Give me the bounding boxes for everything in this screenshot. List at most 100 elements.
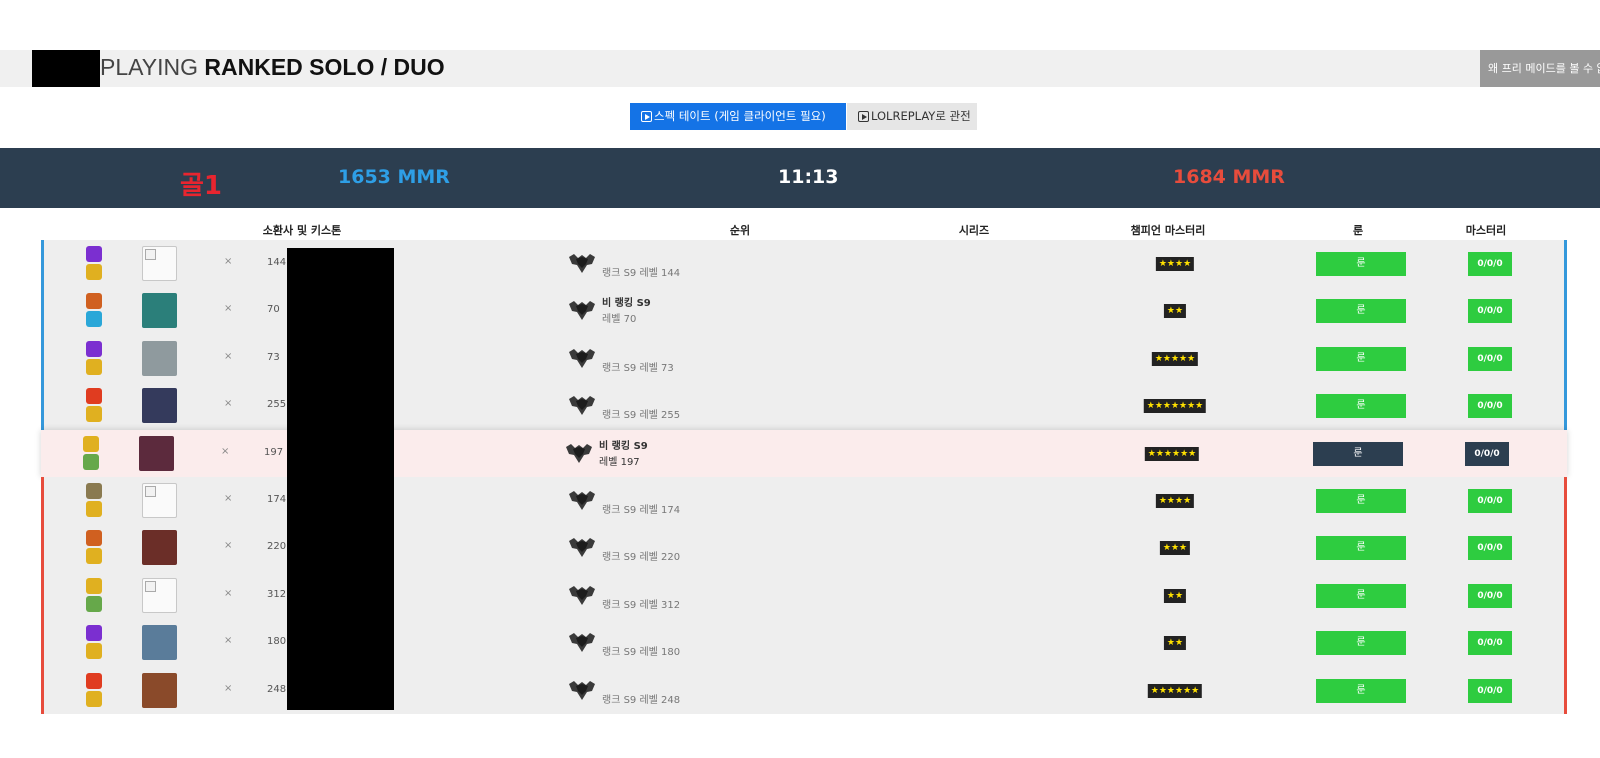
keystone-icon bbox=[83, 453, 99, 470]
summoner-spell-icon bbox=[86, 672, 102, 689]
summoner-level: 255 bbox=[267, 399, 287, 411]
rank-text: 비 랭킹 S9 레벨 197 bbox=[599, 439, 648, 471]
rank-emblem-icon bbox=[568, 299, 596, 321]
summoner-level: 144 bbox=[267, 257, 287, 268]
rank-text: 비 랭킹 S9 레벨 70 bbox=[602, 296, 651, 328]
masteries-button[interactable]: 0/0/0 bbox=[1465, 441, 1509, 466]
masteries-button[interactable]: 0/0/0 bbox=[1468, 252, 1512, 276]
player-row[interactable]: × 180 랭크 S9 레벨 180 ★★ 룬 0/0/0 bbox=[41, 619, 1567, 667]
champion-portrait[interactable] bbox=[142, 672, 177, 708]
champion-portrait[interactable] bbox=[142, 340, 177, 376]
game-clock: 11:13 bbox=[778, 166, 839, 188]
summoner-spell-icon bbox=[86, 625, 102, 642]
runes-button[interactable]: 룬 bbox=[1316, 299, 1406, 324]
close-icon: × bbox=[224, 540, 233, 552]
champion-portrait-placeholder[interactable] bbox=[142, 577, 177, 613]
player-row[interactable]: × 220 랭크 S9 레벨 220 ★★★ 룬 0/0/0 bbox=[41, 524, 1567, 572]
summoner-spell-icon bbox=[83, 435, 99, 452]
summoner-spells bbox=[86, 625, 102, 661]
champion-mastery-stars: ★★★★★★ bbox=[1144, 446, 1200, 461]
close-icon: × bbox=[224, 303, 233, 315]
col-champion-mastery: 챔피언 마스터리 bbox=[1130, 224, 1206, 237]
player-row[interactable]: × 73 랭크 S9 레벨 73 ★★★★★ 룬 0/0/0 bbox=[41, 334, 1567, 383]
summoner-level: 312 bbox=[267, 588, 287, 600]
close-icon: × bbox=[224, 398, 233, 410]
keystone-icon bbox=[86, 406, 102, 423]
player-row[interactable]: × 255 랭크 S9 레벨 255 ★★★★★★★ 룬 0/0/0 bbox=[41, 382, 1567, 430]
lolreplay-button[interactable]: LOLREPLAY로 관전 bbox=[847, 103, 977, 130]
champion-mastery-stars: ★★ bbox=[1163, 636, 1187, 651]
rank-status: 비 랭킹 S9 bbox=[599, 440, 648, 452]
col-runes: 룬 bbox=[1352, 224, 1364, 237]
runes-button[interactable]: 룬 bbox=[1316, 346, 1406, 371]
team-tier-label: 골1 bbox=[180, 171, 223, 201]
col-summoner: 소환사 및 키스톤 bbox=[262, 224, 342, 237]
player-row[interactable]: × 248 랭크 S9 레벨 248 ★★★★★★ 룬 0/0/0 bbox=[41, 666, 1567, 714]
champion-portrait[interactable] bbox=[139, 435, 174, 471]
summoner-spells bbox=[86, 672, 102, 709]
action-buttons: 스펙 테이트 (게임 클라이언트 필요) LOLREPLAY로 관전 bbox=[0, 103, 1600, 130]
runes-button[interactable]: 룬 bbox=[1316, 252, 1406, 276]
masteries-button[interactable]: 0/0/0 bbox=[1468, 631, 1512, 656]
runes-button[interactable]: 룬 bbox=[1316, 631, 1406, 656]
premade-notice-button[interactable]: 왜 프리 메이드를 볼 수 없 bbox=[1480, 50, 1600, 87]
rank-level: 레벨 197 bbox=[599, 456, 640, 468]
summoner-level: 248 bbox=[267, 683, 287, 695]
masteries-button[interactable]: 0/0/0 bbox=[1468, 583, 1512, 608]
player-row[interactable]: × 312 랭크 S9 레벨 312 ★★ 룬 0/0/0 bbox=[41, 571, 1567, 620]
summoner-level: 220 bbox=[267, 541, 287, 553]
keystone-icon bbox=[86, 501, 102, 517]
rank-text: 랭크 S9 레벨 73 bbox=[602, 362, 674, 374]
lolreplay-button-label: LOLREPLAY로 관전 bbox=[871, 109, 971, 123]
keystone-icon bbox=[86, 264, 102, 280]
play-icon bbox=[858, 111, 869, 122]
champion-portrait-placeholder[interactable] bbox=[142, 483, 177, 518]
masteries-button[interactable]: 0/0/0 bbox=[1468, 489, 1512, 513]
masteries-button[interactable]: 0/0/0 bbox=[1468, 678, 1512, 703]
spectate-button[interactable]: 스펙 테이트 (게임 클라이언트 필요) bbox=[630, 103, 846, 130]
close-icon: × bbox=[224, 587, 233, 599]
keystone-icon bbox=[86, 548, 102, 565]
player-row[interactable]: × 174 랭크 S9 레벨 174 ★★★★ 룬 0/0/0 bbox=[41, 477, 1567, 525]
keystone-icon bbox=[86, 311, 102, 328]
rank-level: 레벨 70 bbox=[602, 314, 637, 326]
summoner-spell-icon bbox=[86, 293, 102, 310]
champion-portrait[interactable] bbox=[142, 625, 177, 661]
play-icon bbox=[641, 111, 652, 122]
summoner-spell-icon bbox=[86, 530, 102, 547]
player-row[interactable]: × 197 비 랭킹 S9 레벨 197 ★★★★★★ 룬 0/0/0 bbox=[41, 429, 1567, 477]
close-icon: × bbox=[221, 445, 230, 457]
champion-portrait[interactable] bbox=[142, 293, 177, 329]
summoner-spell-icon bbox=[86, 388, 102, 405]
runes-button[interactable]: 룬 bbox=[1316, 394, 1406, 419]
champion-mastery-stars: ★★★★★ bbox=[1151, 351, 1199, 366]
champion-portrait[interactable] bbox=[142, 388, 177, 424]
col-series: 시리즈 bbox=[958, 224, 990, 237]
masteries-button[interactable]: 0/0/0 bbox=[1468, 299, 1512, 324]
runes-button[interactable]: 룬 bbox=[1316, 489, 1406, 513]
champion-portrait-placeholder[interactable] bbox=[142, 246, 177, 281]
champion-portrait[interactable] bbox=[142, 530, 177, 566]
runes-button[interactable]: 룬 bbox=[1316, 678, 1406, 703]
runes-button[interactable]: 룬 bbox=[1316, 536, 1406, 561]
player-row[interactable]: × 144 랭크 S9 레벨 144 ★★★★ 룬 0/0/0 bbox=[41, 240, 1567, 288]
rank-emblem-icon bbox=[568, 252, 596, 274]
rank-emblem-icon bbox=[565, 442, 593, 464]
summoner-level: 70 bbox=[267, 304, 280, 316]
red-team-mmr: 1684 MMR bbox=[1173, 166, 1285, 188]
summoner-spells bbox=[86, 530, 102, 566]
summoner-spell-icon bbox=[86, 340, 102, 357]
masteries-button[interactable]: 0/0/0 bbox=[1468, 346, 1512, 371]
summoner-level: 73 bbox=[267, 351, 280, 363]
runes-button[interactable]: 룬 bbox=[1316, 583, 1406, 608]
close-icon: × bbox=[224, 493, 233, 504]
runes-button[interactable]: 룬 bbox=[1313, 441, 1403, 466]
page-title: PLAYING RANKED SOLO / DUO bbox=[100, 54, 445, 81]
summoner-level: 174 bbox=[267, 494, 287, 505]
spectate-button-label: 스펙 테이트 (게임 클라이언트 필요) bbox=[654, 109, 826, 123]
rank-text: 랭크 S9 레벨 180 bbox=[602, 647, 681, 659]
player-row[interactable]: × 70 비 랭킹 S9 레벨 70 ★★ 룬 0/0/0 bbox=[41, 287, 1567, 335]
masteries-button[interactable]: 0/0/0 bbox=[1468, 394, 1512, 419]
masteries-button[interactable]: 0/0/0 bbox=[1468, 536, 1512, 561]
summoner-spells bbox=[86, 577, 102, 614]
